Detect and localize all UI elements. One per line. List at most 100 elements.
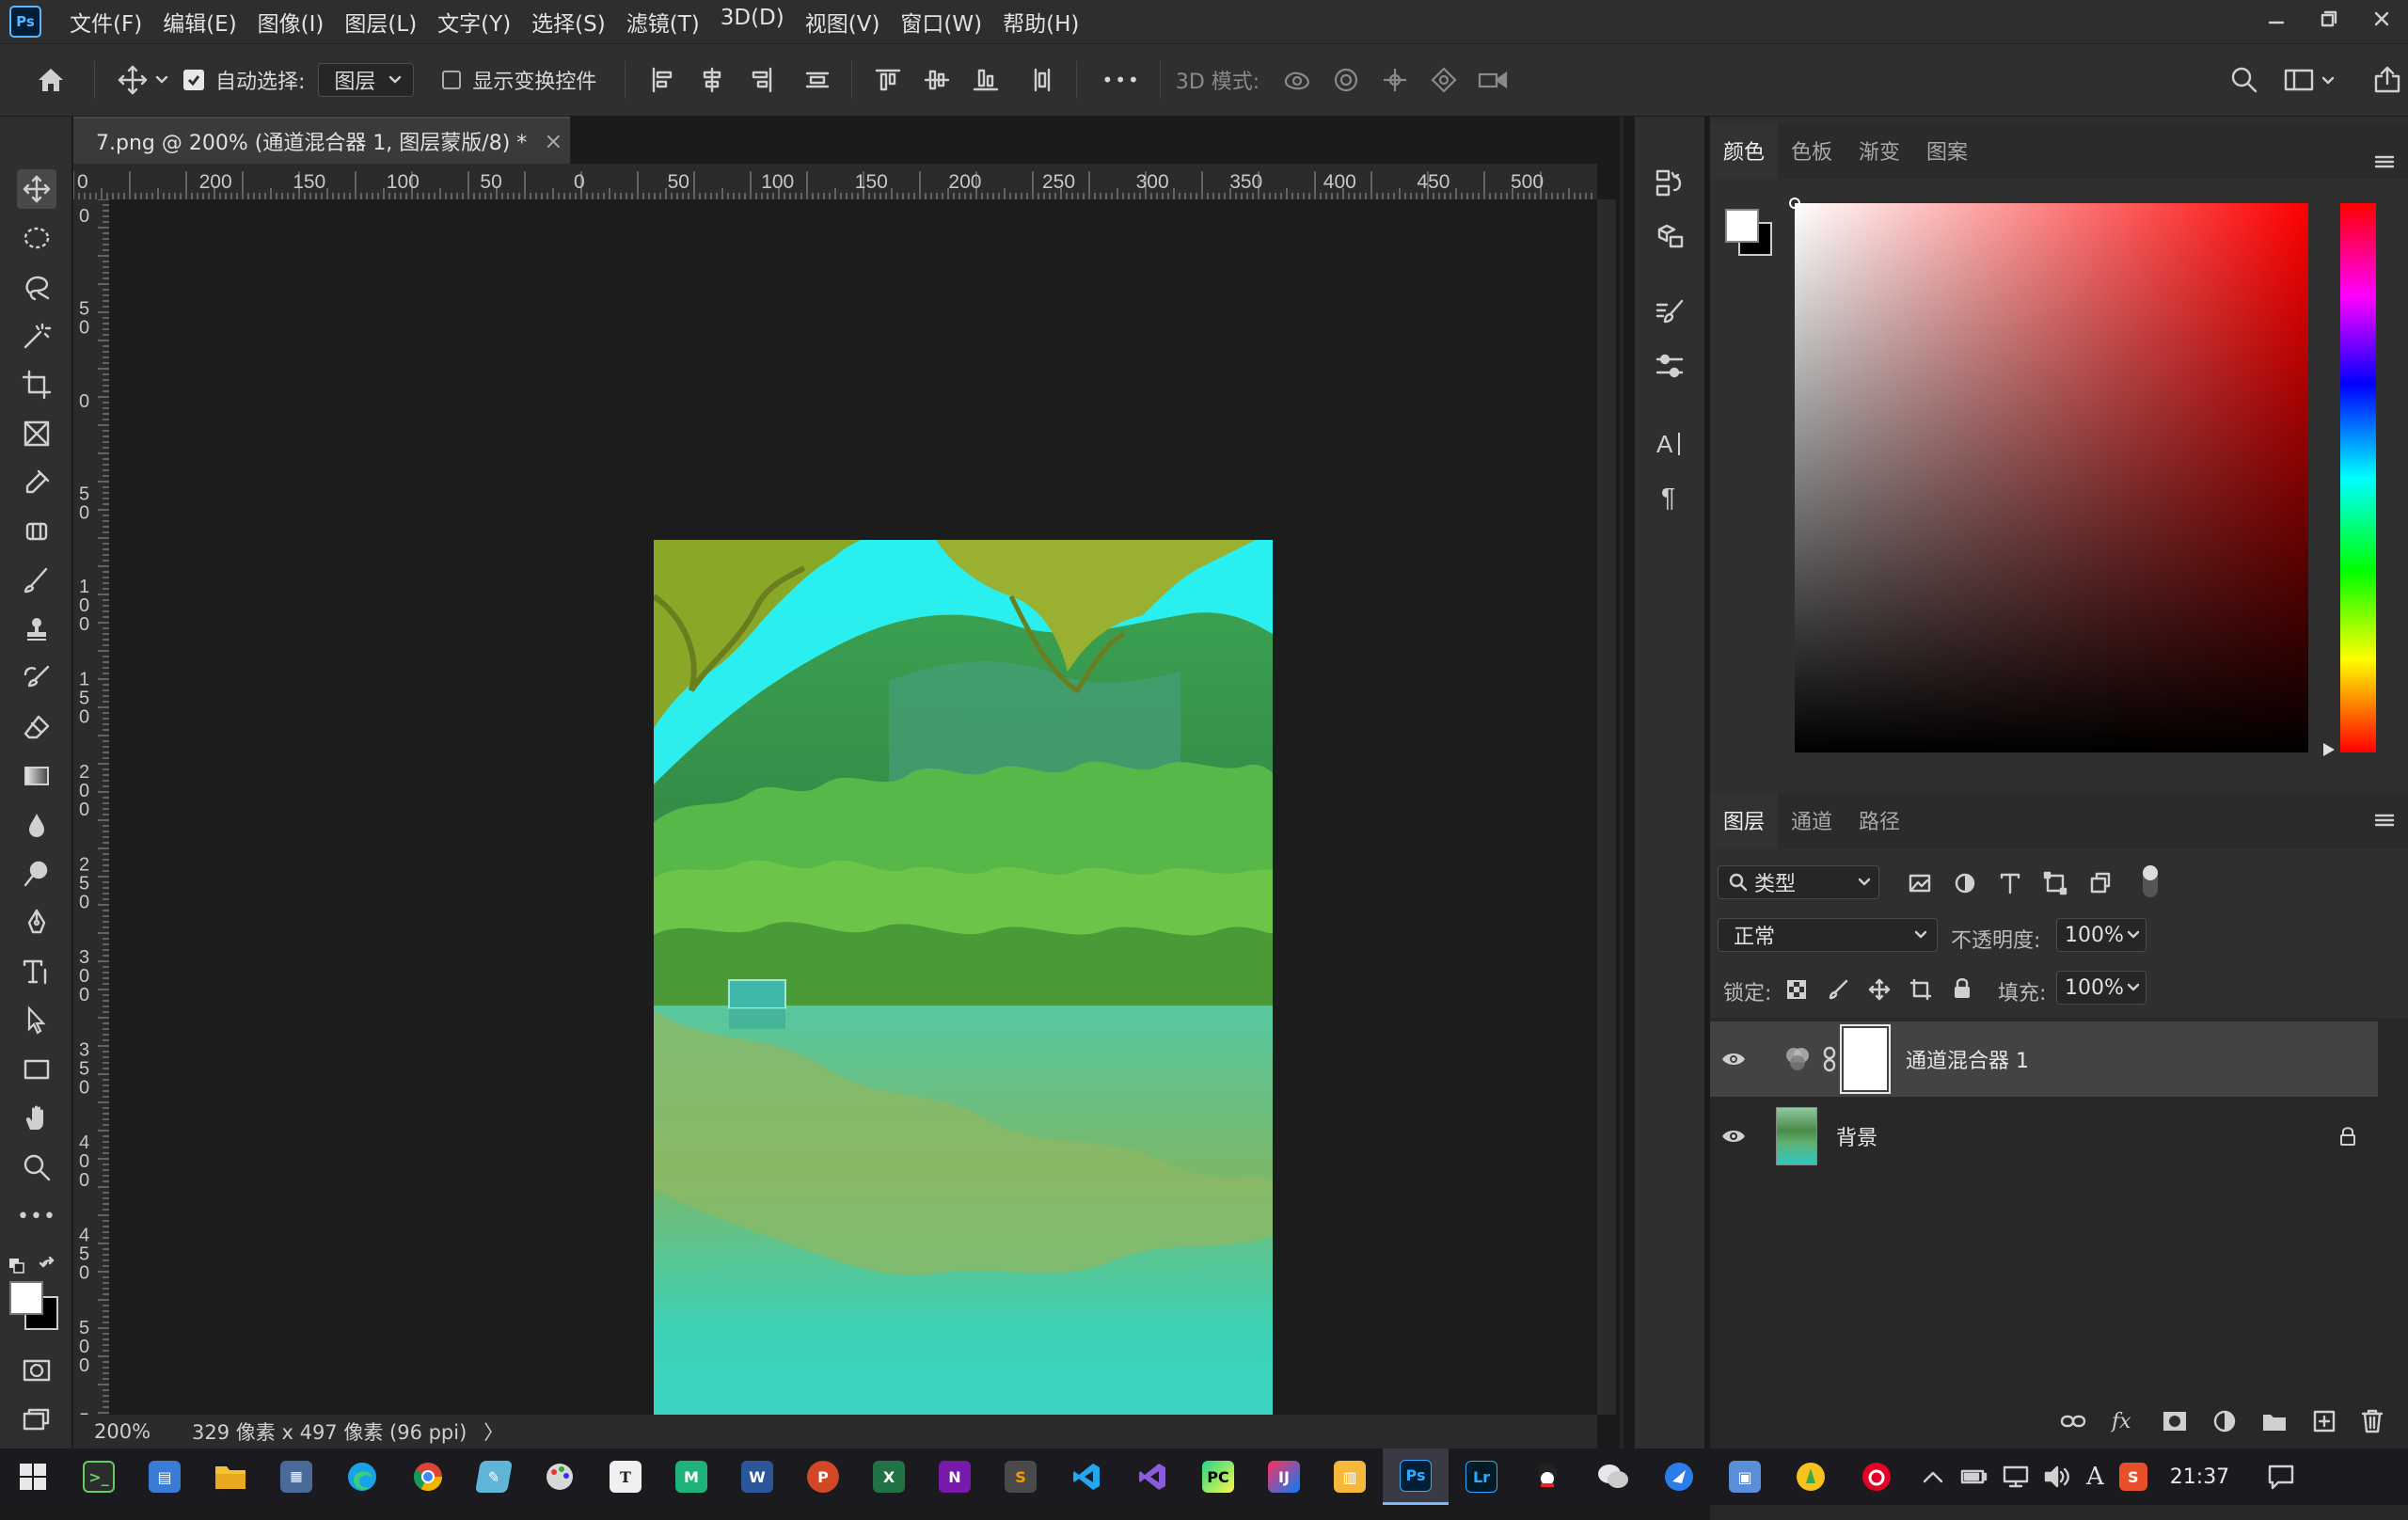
panel-menu-icon[interactable] — [2374, 813, 2395, 828]
quick-mask-icon[interactable] — [17, 1351, 56, 1390]
paint-app-icon[interactable] — [527, 1449, 593, 1505]
battery-icon[interactable] — [1960, 1466, 1988, 1487]
frame-tool[interactable] — [17, 414, 56, 453]
new-adjustment-layer-icon[interactable] — [2212, 1409, 2237, 1433]
document-image[interactable] — [654, 540, 1273, 1475]
home-icon[interactable] — [32, 61, 70, 99]
clock-time[interactable]: 21:37 — [2170, 1465, 2229, 1489]
align-top-icon[interactable] — [869, 61, 907, 99]
eraser-tool[interactable] — [17, 707, 56, 747]
menu-item-1[interactable]: 编辑(E) — [163, 6, 236, 38]
lock-image-pixels-icon[interactable] — [1827, 978, 1849, 1001]
restore-button[interactable] — [2303, 0, 2355, 38]
auto-select-checkbox[interactable] — [183, 70, 204, 90]
swap-colors-icon[interactable] — [40, 1257, 60, 1277]
magic-wand-tool[interactable] — [17, 316, 56, 356]
3d-roll-icon[interactable] — [1327, 61, 1365, 99]
default-colors-icon[interactable] — [8, 1257, 26, 1275]
rectangle-tool[interactable] — [17, 1050, 56, 1089]
dodge-tool[interactable] — [17, 854, 56, 894]
feishu-app-icon[interactable] — [1646, 1449, 1712, 1505]
screen-mode-icon[interactable] — [17, 1400, 56, 1439]
chevron-down-icon[interactable] — [2321, 74, 2335, 87]
lock-position-icon[interactable] — [1868, 978, 1891, 1001]
workspace-icon[interactable] — [2280, 61, 2318, 99]
auto-select-target-dropdown[interactable]: 图层 — [318, 63, 415, 97]
tray-expand-icon[interactable] — [1923, 1470, 1943, 1483]
lock-transparent-pixels-icon[interactable] — [1785, 978, 1808, 1001]
filter-type-layers-icon[interactable] — [1998, 871, 2022, 895]
3d-slide-icon[interactable] — [1425, 61, 1463, 99]
powerpoint-app-icon[interactable]: P — [790, 1449, 856, 1505]
show-transform-checkbox[interactable] — [442, 71, 462, 89]
layer-filter-dropdown[interactable]: 类型 — [1718, 865, 1879, 899]
paragraph-panel-icon[interactable]: ¶ — [1646, 472, 1693, 519]
close-window-button[interactable] — [2355, 0, 2408, 38]
add-mask-icon[interactable] — [2162, 1410, 2188, 1433]
distribute-vertical-icon[interactable] — [799, 61, 836, 99]
xmind-app-icon[interactable]: M — [658, 1449, 724, 1505]
visibility-eye-icon[interactable] — [1710, 1128, 1757, 1145]
qq-app-icon[interactable] — [1514, 1449, 1580, 1505]
chevron-down-icon[interactable] — [155, 73, 168, 87]
align-center-h-icon[interactable] — [693, 61, 731, 99]
align-left-icon[interactable] — [644, 61, 682, 99]
vertical-scrollbar[interactable] — [1597, 199, 1616, 1415]
layer-mask-link-icon[interactable] — [1823, 1046, 1836, 1072]
volume-icon[interactable] — [2043, 1465, 2071, 1489]
new-layer-icon[interactable] — [2312, 1409, 2337, 1433]
more-options-button[interactable]: ••• — [1101, 69, 1140, 91]
filter-adjustment-layers-icon[interactable] — [1953, 871, 1977, 895]
menu-item-9[interactable]: 窗口(W) — [900, 6, 982, 38]
eyedropper-tool[interactable] — [17, 463, 56, 502]
adjustments-panel-icon[interactable] — [1646, 342, 1693, 389]
hue-slider-handle[interactable] — [2323, 743, 2335, 756]
status-info-arrow[interactable]: 〉 — [483, 1417, 503, 1446]
canvas-area[interactable] — [109, 199, 1597, 1475]
intellij-app-icon[interactable]: IJ — [1251, 1449, 1317, 1505]
network-icon[interactable] — [2002, 1465, 2030, 1489]
color-panel-foreground-swatch[interactable] — [1725, 209, 1759, 243]
history-panel-icon[interactable] — [1646, 160, 1693, 207]
menu-item-3[interactable]: 图层(L) — [344, 6, 417, 38]
lock-all-icon[interactable] — [1951, 976, 1973, 1001]
lightroom-app-icon[interactable]: Lr — [1449, 1449, 1514, 1505]
store-app-icon[interactable]: ▣ — [1712, 1449, 1778, 1505]
start-button[interactable] — [0, 1449, 66, 1505]
edit-toolbar-icon[interactable]: ••• — [17, 1196, 56, 1236]
layers-panel-tab-2[interactable]: 路径 — [1846, 794, 1913, 848]
share-icon[interactable] — [2368, 61, 2406, 99]
excel-app-icon[interactable]: X — [856, 1449, 922, 1505]
notepad-app-icon[interactable]: ✎ — [461, 1449, 527, 1505]
close-document-icon[interactable]: × — [544, 128, 562, 154]
path-selection-tool[interactable] — [17, 1001, 56, 1040]
type-tool[interactable] — [17, 952, 56, 991]
menu-item-10[interactable]: 帮助(H) — [1003, 6, 1079, 38]
pen-tool[interactable] — [17, 903, 56, 942]
menu-item-0[interactable]: 文件(F) — [70, 6, 142, 38]
document-tab[interactable]: 7.png @ 200% (通道混合器 1, 图层蒙版/8) * × — [73, 117, 570, 164]
align-right-icon[interactable] — [742, 61, 780, 99]
background-layer-thumbnail[interactable] — [1776, 1107, 1817, 1165]
3d-orbit-icon[interactable] — [1278, 61, 1316, 99]
panel-menu-icon[interactable] — [2374, 154, 2395, 169]
netease-music-app-icon[interactable] — [1844, 1449, 1909, 1505]
layers-panel-tab-1[interactable]: 通道 — [1778, 794, 1846, 848]
brush-settings-icon[interactable] — [1646, 290, 1693, 337]
menu-item-4[interactable]: 文字(Y) — [437, 6, 511, 38]
fill-field[interactable]: 100% — [2056, 971, 2147, 1005]
menu-item-8[interactable]: 视图(V) — [805, 6, 880, 38]
layer-row-background[interactable]: 背景 — [1710, 1099, 2378, 1174]
brush-tool[interactable] — [17, 561, 56, 600]
layer-mask-thumbnail[interactable] — [1840, 1024, 1891, 1094]
align-bottom-icon[interactable] — [967, 61, 1005, 99]
blur-tool[interactable] — [17, 805, 56, 845]
character-panel-icon[interactable]: A — [1646, 420, 1693, 467]
clone-stamp-tool[interactable] — [17, 610, 56, 649]
remote-desktop-app-icon[interactable]: ▤ — [132, 1449, 198, 1505]
hand-tool[interactable] — [17, 1099, 56, 1138]
layer-name[interactable]: 背景 — [1836, 1121, 1877, 1151]
color-field[interactable] — [1795, 203, 2308, 752]
lasso-tool[interactable] — [17, 267, 56, 307]
blend-mode-dropdown[interactable]: 正常 — [1718, 918, 1938, 952]
